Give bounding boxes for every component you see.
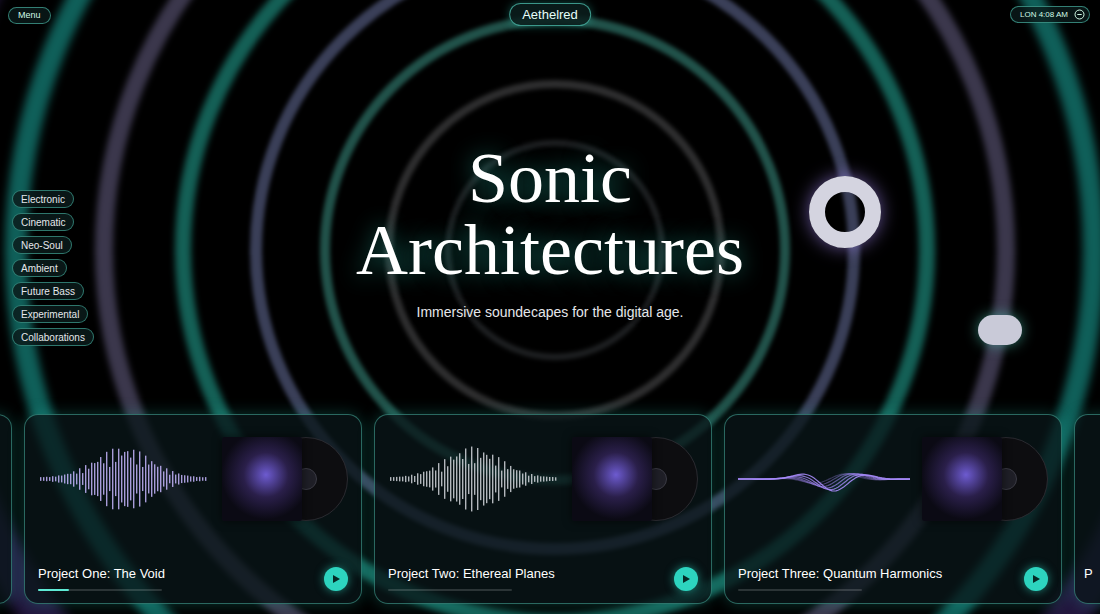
- genre-pill[interactable]: Cinematic: [12, 213, 74, 231]
- card-info: Project Three: Quantum Harmonics: [738, 565, 942, 591]
- project-title: Project Two: Ethereal Planes: [388, 565, 555, 583]
- menu-label: Menu: [18, 9, 41, 23]
- top-bar: Menu Aethelred LON 4:08 AM: [0, 0, 1100, 30]
- genre-list: Electronic Cinematic Neo-Soul Ambient Future…: [0, 30, 200, 414]
- clock-pill: LON 4:08 AM: [1010, 6, 1090, 23]
- genre-label: Cinematic: [21, 215, 65, 230]
- genre-label: Experimental: [21, 307, 79, 322]
- project-carousel: Project One: The Void Project Two: Ethere…: [0, 414, 1100, 614]
- genre-label: Future Bass: [21, 284, 75, 299]
- play-icon: [1031, 574, 1041, 584]
- album-art: [572, 437, 698, 521]
- hero: Sonic Architectures Immersive soundecape…: [200, 30, 900, 414]
- play-icon: [681, 574, 691, 584]
- brand-pill[interactable]: Aethelred: [509, 3, 591, 26]
- genre-pill[interactable]: Electronic: [12, 190, 74, 208]
- card-media: [38, 437, 348, 521]
- minus-circle-icon[interactable]: [1074, 9, 1085, 20]
- hero-title: Architectures: [356, 214, 744, 286]
- genre-pill[interactable]: Future Bass: [12, 282, 84, 300]
- album-cover: [572, 437, 652, 521]
- card-footer: Project Three: Quantum Harmonics: [738, 565, 1048, 591]
- genre-label: Electronic: [21, 192, 65, 207]
- genre-label: Neo-Soul: [21, 238, 63, 253]
- genre-label: Collaborations: [21, 330, 85, 345]
- card-media: [388, 437, 698, 521]
- album-cover: [922, 437, 1002, 521]
- progress-track: [738, 589, 862, 591]
- card-info: Project One: The Void: [38, 565, 165, 591]
- hero-title: Sonic: [468, 142, 632, 214]
- card-footer: Project Two: Ethereal Planes: [388, 565, 698, 591]
- card-info: Project Two: Ethereal Planes: [388, 565, 555, 591]
- progress-fill: [38, 589, 69, 591]
- project-card[interactable]: Project One: The Void: [24, 414, 362, 604]
- waveform-icon: [388, 439, 560, 519]
- project-title: P: [1084, 565, 1100, 583]
- genre-pill[interactable]: Collaborations: [12, 328, 94, 346]
- play-icon: [331, 574, 341, 584]
- brand-label: Aethelred: [522, 5, 578, 25]
- progress-track: [388, 589, 512, 591]
- genre-label: Ambient: [21, 261, 58, 276]
- project-card[interactable]: P: [1074, 414, 1100, 604]
- waveform-icon: [38, 439, 210, 519]
- card-media: [738, 437, 1048, 521]
- play-button[interactable]: [1024, 567, 1048, 591]
- album-art: [922, 437, 1048, 521]
- album-art: [222, 437, 348, 521]
- play-button[interactable]: [674, 567, 698, 591]
- hero-subtitle: Immersive soundecapes for the digital ag…: [417, 302, 684, 322]
- project-title: Project One: The Void: [38, 565, 165, 583]
- genre-pill[interactable]: Ambient: [12, 259, 67, 277]
- project-card[interactable]: [0, 414, 12, 604]
- album-cover: [222, 437, 302, 521]
- genre-pill[interactable]: Neo-Soul: [12, 236, 72, 254]
- progress-track: [38, 589, 162, 591]
- menu-button[interactable]: Menu: [8, 7, 51, 24]
- card-footer: Project One: The Void: [38, 565, 348, 591]
- project-title: Project Three: Quantum Harmonics: [738, 565, 942, 583]
- project-card[interactable]: Project Two: Ethereal Planes: [374, 414, 712, 604]
- clock-label: LON 4:08 AM: [1020, 9, 1068, 21]
- project-card[interactable]: Project Three: Quantum Harmonics: [724, 414, 1062, 604]
- genre-pill[interactable]: Experimental: [12, 305, 88, 323]
- page: Menu Aethelred LON 4:08 AM Electronic Cin…: [0, 0, 1100, 614]
- waveform-icon: [738, 439, 910, 519]
- play-button[interactable]: [324, 567, 348, 591]
